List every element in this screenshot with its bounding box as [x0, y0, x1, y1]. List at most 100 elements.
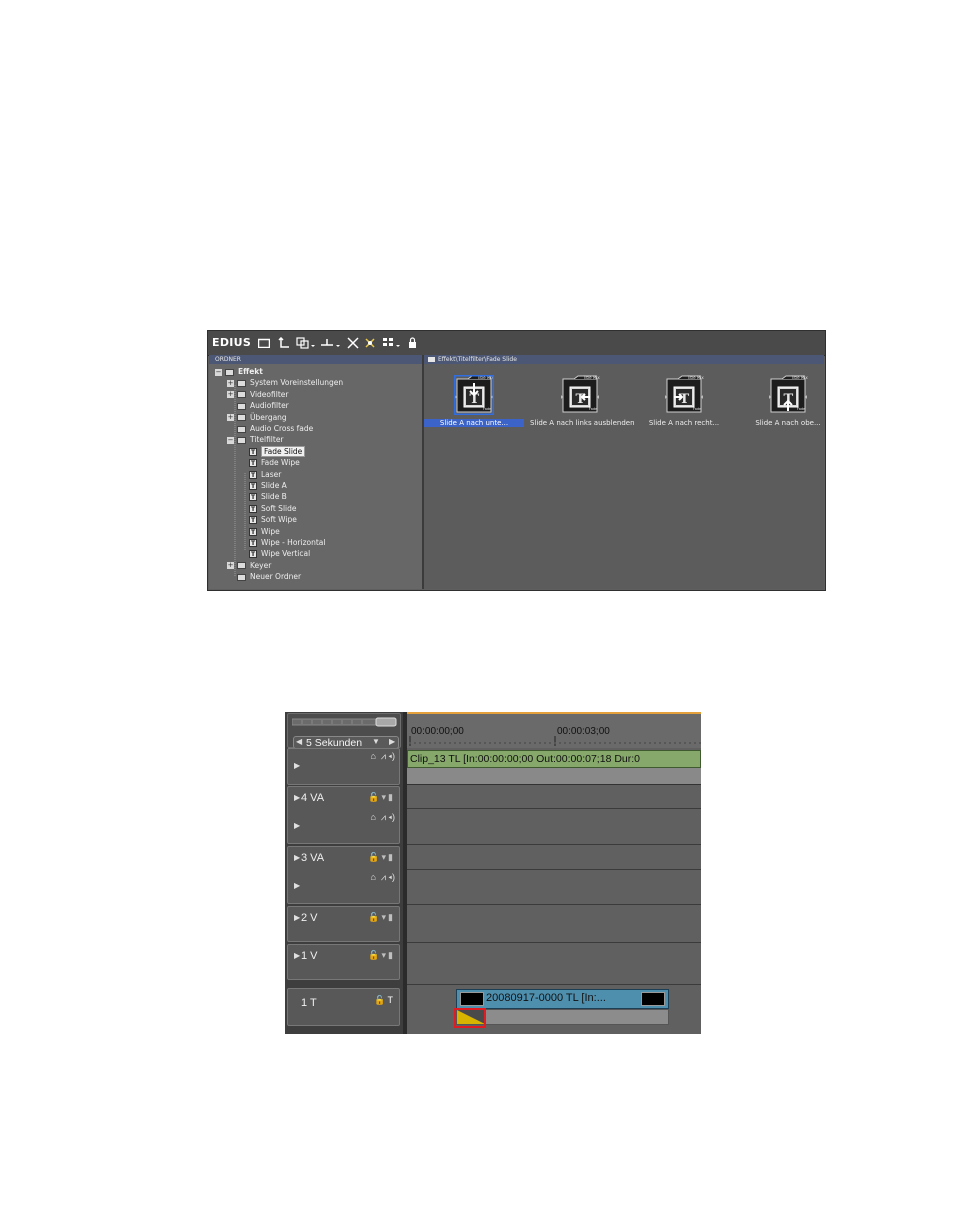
tree-item[interactable]: Audio Cross fade — [227, 423, 313, 434]
expand-arrow-icon[interactable]: ▶ — [294, 761, 300, 770]
track-lane-4va-audio[interactable] — [407, 808, 701, 845]
track-lock-icon[interactable]: 🔓▾▮ — [368, 950, 395, 961]
effect-item[interactable]: Title Mix T Fade Slide A nach obe... — [738, 369, 838, 431]
track-headers: ◀ 5 Sekunden ▼ ▶ ▶ ⌂ ⩘ ◂) ▶ 4 VA 🔓▾▮ ▶ ⌂… — [285, 712, 404, 1034]
collapse-icon[interactable]: − — [227, 436, 234, 444]
folder-tree: ORDNER − Effekt + System Voreinstellungen + V… — [209, 355, 424, 589]
audio-controls-icon[interactable]: ⌂ ⩘ ◂) — [371, 751, 396, 762]
tree-item[interactable]: T Soft Wipe — [239, 514, 297, 525]
tree-item[interactable]: Neuer Ordner — [227, 571, 301, 582]
chevron-left-icon[interactable]: ◀ — [296, 737, 302, 746]
tree-item-label: Soft Wipe — [261, 515, 297, 525]
svg-text:Fade: Fade — [797, 407, 805, 411]
title-mix-thumbnail-icon: Title Mix T Fade — [560, 375, 600, 415]
effect-content-pane: Effekt\Titelfilter\Fade Slide Title Mix T… — [424, 355, 824, 589]
track-header-3va[interactable]: ▶ 3 VA 🔓▾▮ ▶ ⌂ ⩘ ◂) — [287, 846, 400, 904]
track-lane-3va-audio[interactable] — [407, 869, 701, 905]
tree-item[interactable]: + Videofilter — [227, 389, 288, 400]
track-header-1v[interactable]: ▶ 1 V 🔓▾▮ — [287, 944, 400, 980]
expand-icon[interactable]: + — [227, 379, 234, 387]
track-name: 1 T — [301, 997, 317, 1009]
title-mix-thumbnail-icon: Title Mix T Fade — [768, 375, 808, 415]
tree-item[interactable]: + Keyer — [227, 560, 271, 571]
up-folder-icon[interactable] — [278, 336, 290, 351]
title-track-icon[interactable]: 🔓T — [374, 995, 395, 1006]
svg-text:T: T — [680, 392, 690, 407]
copy-icon[interactable] — [296, 337, 316, 351]
track-lock-icon[interactable]: 🔓▾▮ — [368, 852, 395, 863]
expand-icon[interactable]: + — [227, 391, 234, 399]
folder-icon — [237, 414, 246, 422]
track-header-2v[interactable]: ▶ 2 V 🔓▾▮ — [287, 906, 400, 942]
track-lock-icon[interactable]: 🔓▾▮ — [368, 792, 395, 803]
tree-item-label: Soft Slide — [261, 503, 297, 513]
tree-item[interactable]: T Fade Wipe — [239, 457, 300, 468]
svg-text:Fade: Fade — [589, 407, 597, 411]
folder-icon[interactable] — [257, 337, 271, 350]
tree-item[interactable]: T Slide B — [239, 491, 287, 502]
scale-slider[interactable] — [292, 717, 398, 727]
track-header-4va[interactable]: ▶ 4 VA 🔓▾▮ ▶ ⌂ ⩘ ◂) — [287, 786, 400, 844]
video-clip[interactable]: Clip_13 TL [In:00:00:00;00 Out:00:00:07;… — [407, 750, 701, 768]
title-effect-icon: T — [249, 470, 257, 479]
view-mode-icon[interactable] — [382, 337, 402, 351]
audio-controls-icon[interactable]: ⌂ ⩘ ◂) — [371, 812, 396, 823]
tree-item[interactable]: T Slide A — [239, 480, 287, 491]
tree-item-label: Fade Wipe — [261, 458, 300, 468]
effect-palette: EDIUS ORDNER − Effekt + System Voreinste… — [207, 330, 826, 591]
expand-arrow-icon[interactable]: ▶ — [294, 881, 300, 890]
lock-icon[interactable] — [408, 337, 418, 351]
tree-item[interactable]: T Fade Slide — [239, 445, 306, 457]
tree-item[interactable]: T Laser — [239, 469, 281, 480]
clip-thumbnail — [460, 992, 484, 1006]
title-clip[interactable]: 20080917-0000 TL [In:... — [456, 989, 669, 1009]
tree-item[interactable]: Audiofilter — [227, 400, 289, 411]
tree-item[interactable]: + Übergang — [227, 412, 287, 423]
paste-icon[interactable] — [320, 337, 342, 351]
tree-item[interactable]: T Soft Slide — [239, 503, 297, 514]
title-effect-icon: T — [249, 527, 257, 536]
svg-text:Title Mix: Title Mix — [790, 375, 808, 380]
expand-arrow-icon[interactable]: ▶ — [294, 853, 300, 862]
title-effect-icon: T — [249, 459, 257, 468]
time-ruler[interactable]: 00:00:00;00 00:00:03;00 — [407, 712, 701, 748]
expand-arrow-icon[interactable]: ▶ — [294, 793, 300, 802]
tree-item-label: Neuer Ordner — [250, 572, 302, 582]
expand-icon[interactable]: + — [227, 562, 234, 570]
expand-arrow-icon[interactable]: ▶ — [294, 913, 300, 922]
tree-item[interactable]: T Wipe — [239, 526, 280, 537]
expand-arrow-icon[interactable]: ▶ — [294, 951, 300, 960]
effect-item[interactable]: Title Mix T Fade Slide A nach unte... — [424, 369, 524, 431]
audio-controls-icon[interactable]: ⌂ ⩘ ◂) — [371, 872, 396, 883]
track-area: 00:00:00;00 00:00:03;00 Clip_13 TL [In:0… — [407, 712, 701, 1034]
track-header-1t[interactable]: 1 T 🔓T — [287, 988, 400, 1026]
tree-item-label: Wipe — [261, 526, 280, 536]
tree-item[interactable]: + System Voreinstellungen — [227, 377, 343, 388]
properties-icon[interactable] — [364, 337, 376, 351]
tree-item[interactable]: T Wipe Vertical — [239, 548, 310, 559]
track-lane-1v[interactable] — [407, 942, 701, 985]
track-header-audio[interactable]: ▶ ⌂ ⩘ ◂) — [287, 748, 400, 785]
effect-item[interactable]: Title Mix T Fade Slide A nach recht... — [634, 369, 734, 431]
timeline: ◀ 5 Sekunden ▼ ▶ ▶ ⌂ ⩘ ◂) ▶ 4 VA 🔓▾▮ ▶ ⌂… — [285, 712, 701, 1034]
collapse-icon[interactable]: − — [215, 368, 222, 376]
track-lane-2v[interactable] — [407, 904, 701, 943]
delete-icon[interactable] — [347, 337, 359, 351]
expand-arrow-icon[interactable]: ▶ — [294, 821, 300, 830]
title-effect-icon: T — [249, 516, 257, 525]
track-lock-icon[interactable]: 🔓▾▮ — [368, 912, 395, 923]
track-lane-3va-video[interactable] — [407, 844, 701, 870]
clip-label: 20080917-0000 TL [In:... — [486, 992, 606, 1004]
tree-item[interactable]: − Titelfilter — [227, 434, 284, 445]
chevron-right-icon[interactable]: ▶ — [389, 737, 395, 746]
title-mixer-lane[interactable] — [456, 1009, 669, 1025]
effect-item[interactable]: Title Mix T Fade Slide A nach links ausblen… — [530, 369, 635, 431]
tree-item[interactable]: − Effekt — [215, 366, 263, 377]
expand-icon[interactable]: + — [227, 414, 234, 422]
audio-clip-lane[interactable] — [407, 768, 701, 785]
track-name: 2 V — [301, 912, 318, 924]
track-lane-4va-video[interactable] — [407, 785, 701, 809]
tree-item[interactable]: T Wipe - Horizontal — [239, 537, 325, 548]
chevron-down-icon[interactable]: ▼ — [372, 737, 380, 746]
svg-text:Title Mix: Title Mix — [686, 375, 704, 380]
